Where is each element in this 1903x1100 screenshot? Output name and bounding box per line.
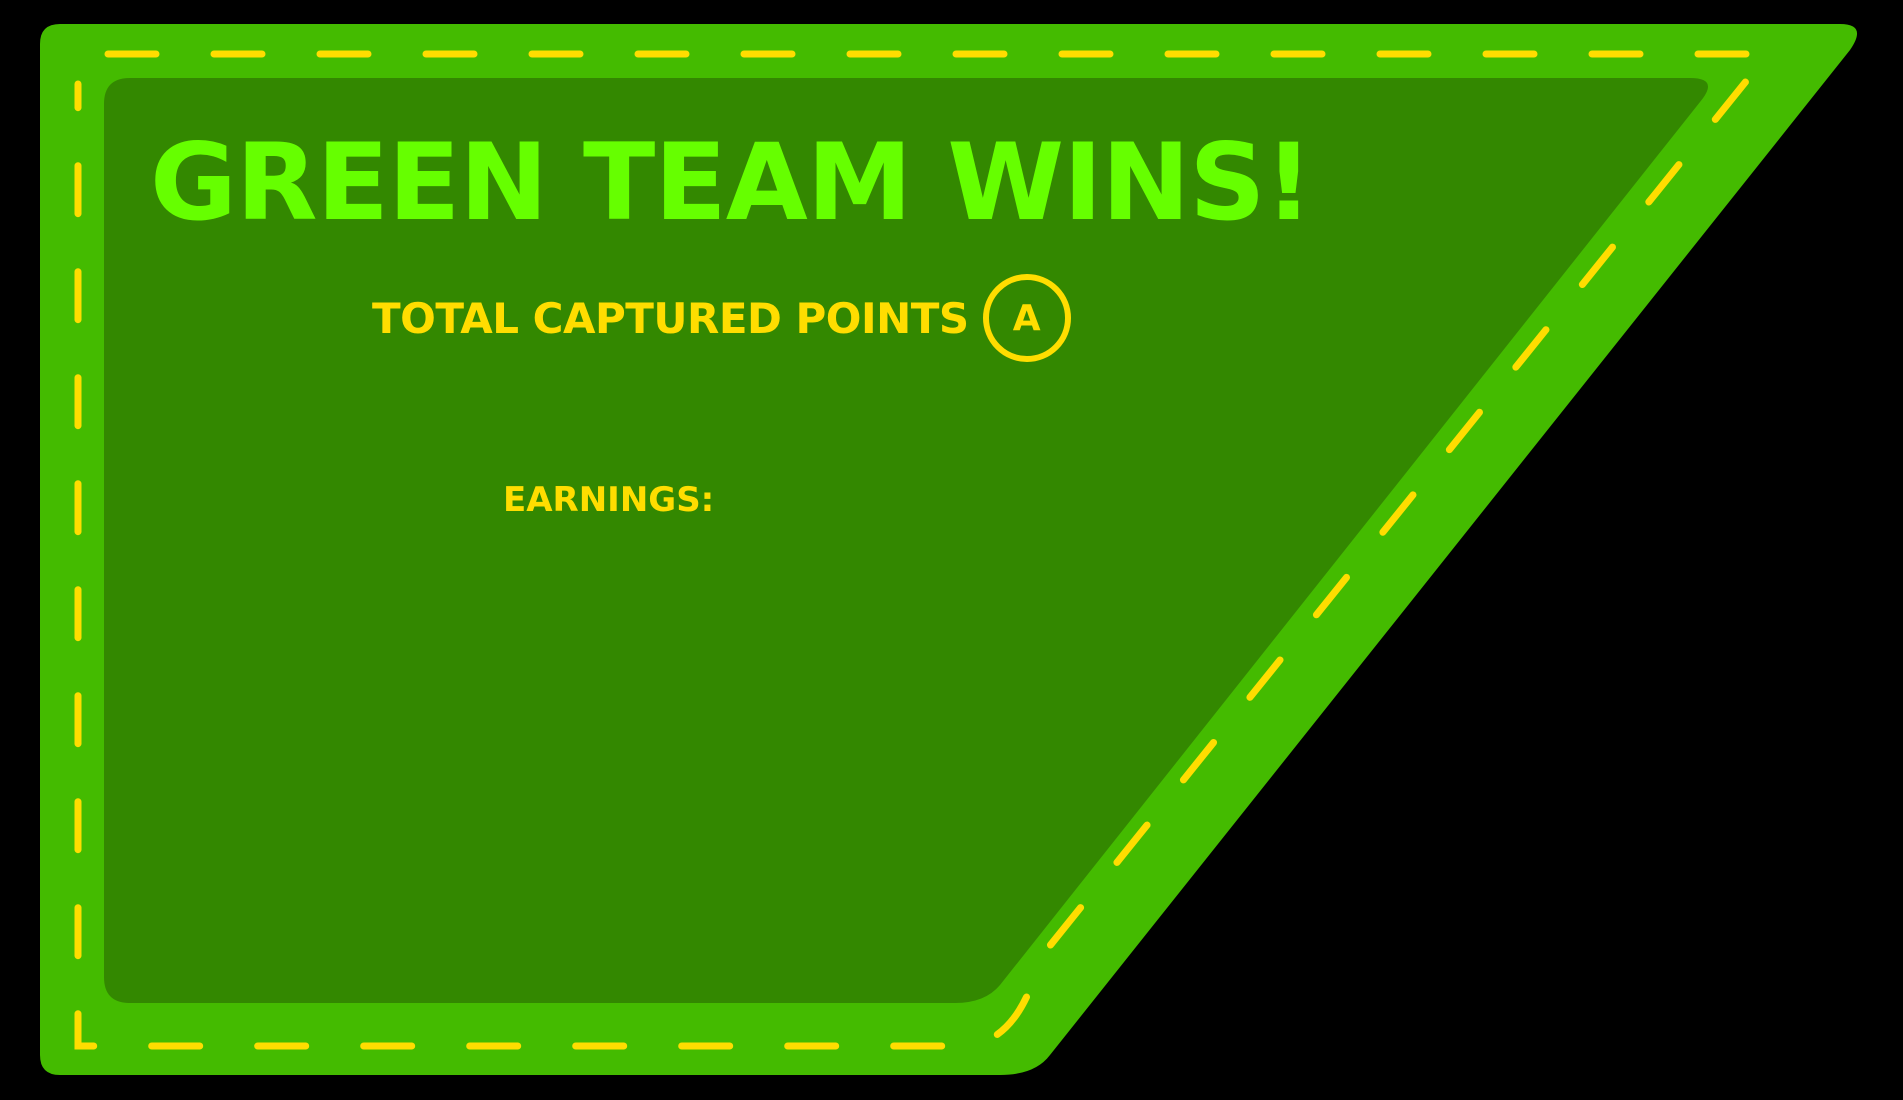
winner-title: GREEN TEAM WINS! <box>150 121 1313 244</box>
captured-points-row: TOTAL CAPTURED POINTS A <box>372 268 1071 368</box>
earnings-label: EARNINGS: <box>503 480 715 520</box>
captured-point-badge: A <box>982 274 1071 362</box>
victory-screen: GREEN TEAM WINS! TOTAL CAPTURED POINTS A… <box>0 0 1903 1100</box>
captured-points-label: TOTAL CAPTURED POINTS <box>372 293 969 343</box>
